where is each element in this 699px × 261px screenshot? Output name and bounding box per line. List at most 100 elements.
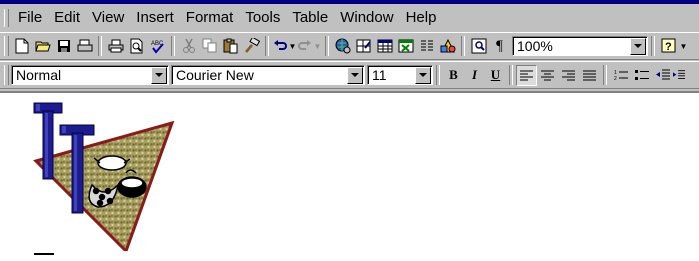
undo-button[interactable] bbox=[272, 36, 288, 57]
font-size-dropdown-button[interactable] bbox=[415, 66, 431, 84]
paintbrush-icon bbox=[244, 38, 260, 53]
toolbar-separator bbox=[98, 36, 102, 56]
open-button[interactable] bbox=[32, 36, 53, 57]
justify-button[interactable] bbox=[579, 65, 600, 86]
italic-button[interactable]: I bbox=[464, 65, 485, 86]
show-hide-button[interactable]: ¶ bbox=[489, 36, 510, 57]
toolbar-more-buttons[interactable]: ▼ bbox=[679, 36, 688, 57]
toolbar-separator bbox=[461, 36, 465, 56]
numbered-list-icon: 12 bbox=[614, 70, 628, 81]
redo-button[interactable] bbox=[297, 36, 313, 57]
menu-edit[interactable]: Edit bbox=[48, 6, 86, 30]
print-preview-button[interactable] bbox=[126, 36, 147, 57]
redo-dropdown[interactable]: ▼ bbox=[313, 36, 322, 57]
web-toolbar-button[interactable] bbox=[332, 36, 353, 57]
formatting-toolbar: Normal Courier New 11 B I U 12 bbox=[0, 61, 699, 89]
menu-view[interactable]: View bbox=[86, 6, 130, 30]
menu-bar-grip[interactable] bbox=[4, 9, 9, 27]
pilcrow-icon: ¶ bbox=[496, 37, 503, 54]
increase-indent-icon bbox=[673, 70, 685, 79]
save-button[interactable] bbox=[53, 36, 74, 57]
office-assistant-button[interactable]: ? bbox=[658, 36, 679, 57]
bold-button[interactable]: B bbox=[443, 65, 464, 86]
undo-dropdown[interactable]: ▼ bbox=[288, 36, 297, 57]
cut-button[interactable] bbox=[178, 36, 199, 57]
globe-link-icon bbox=[335, 38, 350, 54]
insert-table-button[interactable] bbox=[374, 36, 395, 57]
align-left-button[interactable] bbox=[516, 64, 537, 86]
email-printer-icon bbox=[77, 39, 92, 52]
underline-button[interactable]: U bbox=[485, 65, 506, 86]
toolbar-separator bbox=[325, 36, 329, 56]
font-size-value[interactable]: 11 bbox=[368, 67, 415, 83]
insert-excel-button[interactable] bbox=[395, 36, 416, 57]
columns-button[interactable] bbox=[416, 36, 437, 57]
title-bar-strip bbox=[0, 0, 699, 4]
align-right-icon bbox=[562, 70, 575, 80]
numbering-button[interactable]: 12 bbox=[610, 65, 631, 86]
columns-icon bbox=[420, 40, 433, 51]
new-document-button[interactable] bbox=[11, 36, 32, 57]
drawing-button[interactable] bbox=[437, 36, 458, 57]
font-dropdown-button[interactable] bbox=[347, 66, 363, 84]
document-map-button[interactable] bbox=[468, 36, 489, 57]
align-right-button[interactable] bbox=[558, 65, 579, 86]
table-grid-icon bbox=[377, 39, 392, 53]
chevron-down-icon bbox=[419, 73, 427, 77]
style-combobox[interactable]: Normal bbox=[11, 65, 169, 85]
menu-table[interactable]: Table bbox=[286, 6, 334, 30]
font-size-combobox[interactable]: 11 bbox=[367, 65, 433, 85]
decrease-indent-icon bbox=[655, 69, 670, 80]
toolbar-separator bbox=[265, 36, 269, 56]
end-of-document-marker bbox=[34, 253, 54, 255]
toolbar-separator bbox=[509, 65, 513, 85]
increase-indent-button[interactable] bbox=[673, 65, 685, 86]
bullets-button[interactable] bbox=[631, 65, 652, 86]
drawing-shapes-icon bbox=[440, 38, 455, 53]
format-painter-button[interactable] bbox=[241, 36, 262, 57]
menu-file[interactable]: File bbox=[12, 6, 48, 30]
formatting-toolbar-grip[interactable] bbox=[4, 65, 9, 85]
font-value[interactable]: Courier New bbox=[172, 67, 347, 83]
toolbar-separator bbox=[651, 36, 655, 56]
decrease-indent-button[interactable] bbox=[652, 65, 673, 86]
spelling-check-icon: ABC bbox=[151, 41, 164, 54]
menu-insert[interactable]: Insert bbox=[130, 6, 180, 30]
new-document-icon bbox=[15, 38, 28, 54]
justify-icon bbox=[583, 70, 596, 80]
clipboard-paste-icon bbox=[223, 38, 237, 54]
bulleted-list-icon bbox=[634, 70, 649, 80]
email-button[interactable] bbox=[74, 36, 95, 57]
toolbar-separator bbox=[603, 65, 607, 85]
document-area[interactable] bbox=[0, 91, 699, 261]
tt-logo-image bbox=[33, 102, 175, 251]
redo-arrow-icon bbox=[298, 40, 311, 50]
align-center-icon bbox=[541, 70, 554, 80]
menu-tools[interactable]: Tools bbox=[239, 6, 286, 30]
paste-button[interactable] bbox=[220, 36, 241, 57]
svg-text:2: 2 bbox=[614, 76, 617, 81]
standard-toolbar-grip[interactable] bbox=[4, 36, 9, 56]
toolbar-separator bbox=[171, 36, 175, 56]
printer-icon bbox=[108, 39, 123, 53]
menu-window[interactable]: Window bbox=[334, 6, 399, 30]
copy-icon bbox=[202, 38, 216, 53]
open-folder-icon bbox=[34, 41, 51, 52]
font-combobox[interactable]: Courier New bbox=[171, 65, 365, 85]
tables-borders-button[interactable] bbox=[353, 36, 374, 57]
menu-help[interactable]: Help bbox=[400, 6, 443, 30]
floppy-disk-icon bbox=[57, 40, 70, 52]
spelling-button[interactable]: ABC bbox=[147, 36, 168, 57]
align-center-button[interactable] bbox=[537, 65, 558, 86]
copy-button[interactable] bbox=[199, 36, 220, 57]
zoom-combobox[interactable]: 100% bbox=[512, 36, 648, 56]
svg-text:?: ? bbox=[665, 41, 672, 53]
align-left-icon bbox=[520, 70, 533, 80]
zoom-dropdown-button[interactable] bbox=[630, 37, 646, 55]
style-value[interactable]: Normal bbox=[12, 67, 151, 83]
excel-worksheet-icon bbox=[398, 39, 413, 53]
zoom-value[interactable]: 100% bbox=[513, 38, 630, 54]
style-dropdown-button[interactable] bbox=[151, 66, 167, 84]
menu-format[interactable]: Format bbox=[180, 6, 240, 30]
print-button[interactable] bbox=[105, 36, 126, 57]
